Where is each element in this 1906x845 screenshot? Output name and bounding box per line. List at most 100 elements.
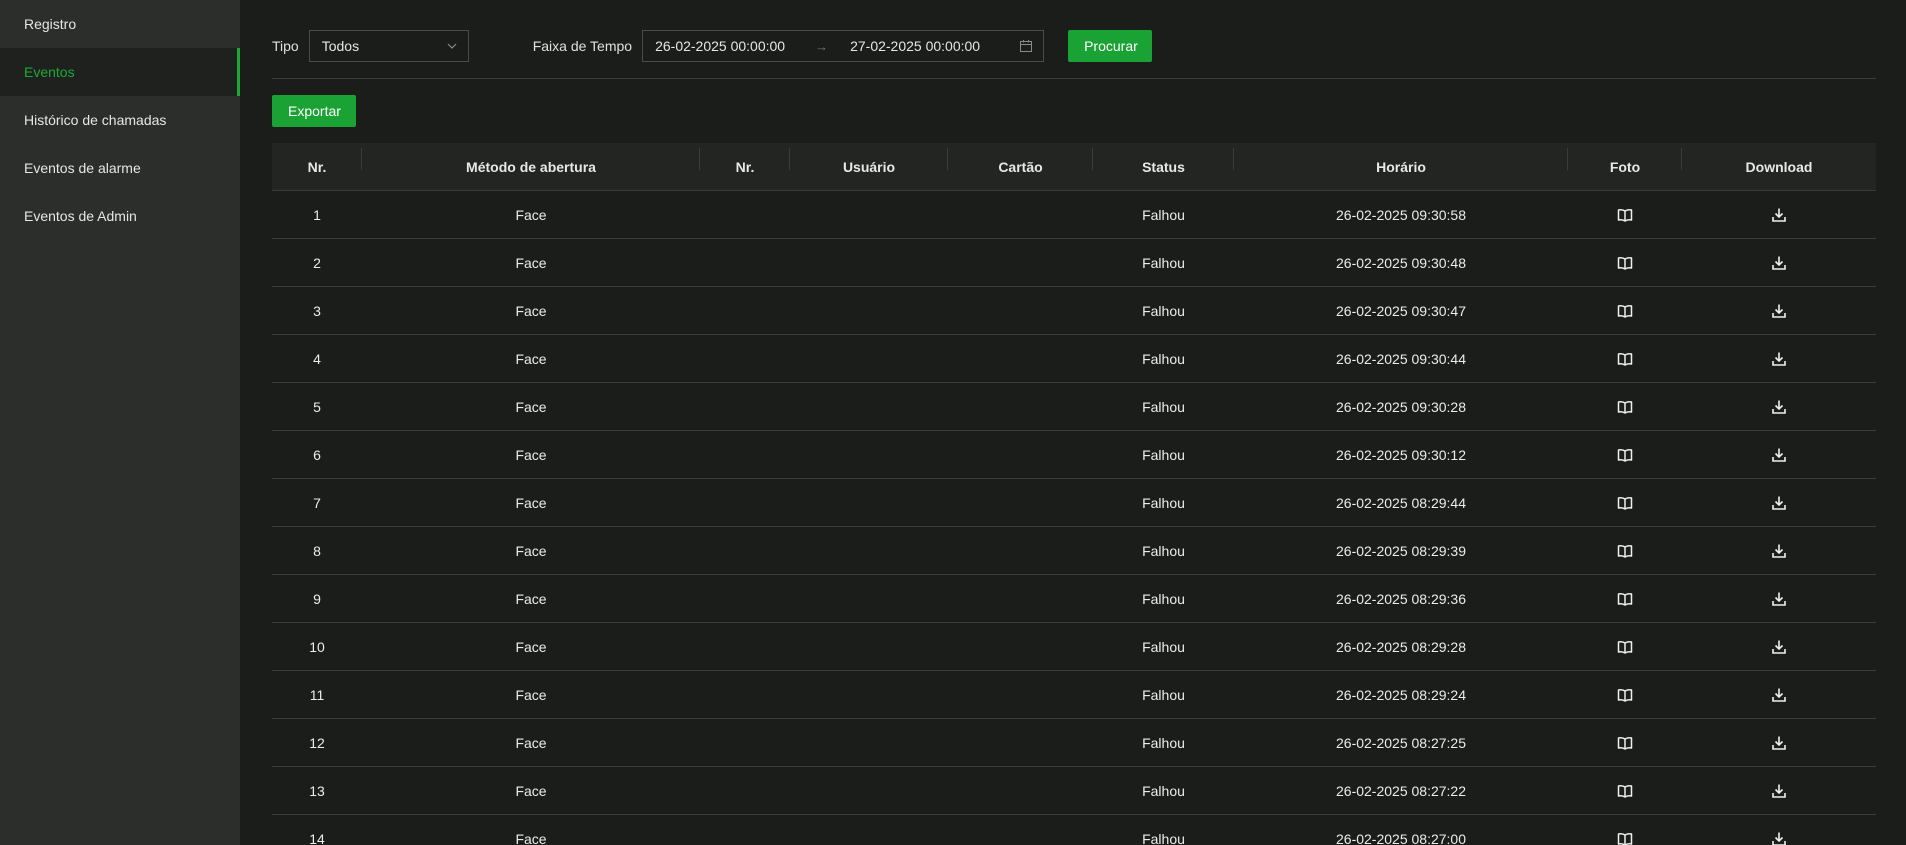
cell-status: Falhou	[1142, 782, 1185, 799]
download-icon[interactable]	[1771, 783, 1787, 799]
book-open-icon[interactable]	[1617, 207, 1633, 223]
download-icon[interactable]	[1771, 831, 1787, 845]
download-icon[interactable]	[1771, 687, 1787, 703]
cell-nr: 11	[309, 686, 325, 703]
table-row: 10 Face Falhou 26-02-2025 08:29:28	[272, 623, 1876, 671]
cell-status: Falhou	[1142, 590, 1185, 607]
calendar-icon[interactable]	[1019, 39, 1033, 53]
cell-nr: 10	[309, 638, 325, 655]
book-open-icon[interactable]	[1617, 831, 1633, 845]
cell-status: Falhou	[1142, 350, 1185, 367]
table-row: 12 Face Falhou 26-02-2025 08:27:25	[272, 719, 1876, 767]
cell-download[interactable]	[1682, 735, 1876, 751]
cell-download[interactable]	[1682, 399, 1876, 415]
download-icon[interactable]	[1771, 495, 1787, 511]
cell-download[interactable]	[1682, 351, 1876, 367]
cell-download[interactable]	[1682, 687, 1876, 703]
sidebar-item-registro[interactable]: Registro	[0, 0, 240, 48]
download-icon[interactable]	[1771, 639, 1787, 655]
cell-photo[interactable]	[1568, 351, 1682, 367]
cell-download[interactable]	[1682, 447, 1876, 463]
cell-photo[interactable]	[1568, 783, 1682, 799]
sidebar-item-eventos[interactable]: Eventos	[0, 48, 240, 96]
cell-time: 26-02-2025 08:27:22	[1336, 782, 1466, 799]
search-button[interactable]: Procurar	[1068, 30, 1153, 62]
cell-time: 26-02-2025 08:27:00	[1336, 830, 1466, 845]
cell-time: 26-02-2025 08:29:39	[1336, 542, 1466, 559]
cell-time: 26-02-2025 09:30:44	[1336, 350, 1466, 367]
cell-opening-method: Face	[515, 782, 547, 799]
cell-nr: 9	[313, 590, 321, 607]
table-row: 4 Face Falhou 26-02-2025 09:30:44	[272, 335, 1876, 383]
download-icon[interactable]	[1771, 399, 1787, 415]
cell-download[interactable]	[1682, 543, 1876, 559]
book-open-icon[interactable]	[1617, 687, 1633, 703]
time-range-picker[interactable]: 26-02-2025 00:00:00 → 27-02-2025 00:00:0…	[642, 30, 1045, 62]
type-select[interactable]: Todos	[308, 30, 469, 62]
sidebar-item-eventos-alarme[interactable]: Eventos de alarme	[0, 144, 240, 192]
cell-status: Falhou	[1142, 830, 1185, 845]
cell-opening-method: Face	[515, 830, 547, 845]
book-open-icon[interactable]	[1617, 591, 1633, 607]
table-row: 13 Face Falhou 26-02-2025 08:27:22	[272, 767, 1876, 815]
book-open-icon[interactable]	[1617, 639, 1633, 655]
download-icon[interactable]	[1771, 351, 1787, 367]
book-open-icon[interactable]	[1617, 255, 1633, 271]
range-start-input[interactable]: 26-02-2025 00:00:00	[655, 38, 815, 54]
cell-download[interactable]	[1682, 303, 1876, 319]
table-row: 2 Face Falhou 26-02-2025 09:30:48	[272, 239, 1876, 287]
cell-photo[interactable]	[1568, 735, 1682, 751]
cell-opening-method: Face	[515, 734, 547, 751]
cell-time: 26-02-2025 08:29:24	[1336, 686, 1466, 703]
cell-photo[interactable]	[1568, 639, 1682, 655]
book-open-icon[interactable]	[1617, 351, 1633, 367]
cell-status: Falhou	[1142, 398, 1185, 415]
cell-photo[interactable]	[1568, 543, 1682, 559]
cell-download[interactable]	[1682, 255, 1876, 271]
cell-status: Falhou	[1142, 446, 1185, 463]
cell-photo[interactable]	[1568, 687, 1682, 703]
cell-opening-method: Face	[515, 350, 547, 367]
cell-photo[interactable]	[1568, 831, 1682, 845]
cell-download[interactable]	[1682, 207, 1876, 223]
cell-photo[interactable]	[1568, 447, 1682, 463]
download-icon[interactable]	[1771, 303, 1787, 319]
cell-download[interactable]	[1682, 495, 1876, 511]
download-icon[interactable]	[1771, 255, 1787, 271]
cell-photo[interactable]	[1568, 255, 1682, 271]
cell-download[interactable]	[1682, 591, 1876, 607]
cell-status: Falhou	[1142, 494, 1185, 511]
book-open-icon[interactable]	[1617, 399, 1633, 415]
cell-download[interactable]	[1682, 831, 1876, 845]
download-icon[interactable]	[1771, 447, 1787, 463]
sidebar-item-eventos-admin[interactable]: Eventos de Admin	[0, 192, 240, 240]
book-open-icon[interactable]	[1617, 543, 1633, 559]
column-header-status: Status	[1093, 147, 1234, 175]
download-icon[interactable]	[1771, 207, 1787, 223]
table-row: 7 Face Falhou 26-02-2025 08:29:44	[272, 479, 1876, 527]
book-open-icon[interactable]	[1617, 735, 1633, 751]
cell-photo[interactable]	[1568, 303, 1682, 319]
column-header-nr: Nr.	[272, 147, 362, 175]
sidebar-item-historico-chamadas[interactable]: Histórico de chamadas	[0, 96, 240, 144]
book-open-icon[interactable]	[1617, 303, 1633, 319]
cell-status: Falhou	[1142, 734, 1185, 751]
range-end-input[interactable]: 27-02-2025 00:00:00	[850, 38, 1018, 54]
book-open-icon[interactable]	[1617, 783, 1633, 799]
cell-nr: 8	[313, 542, 321, 559]
cell-download[interactable]	[1682, 639, 1876, 655]
cell-photo[interactable]	[1568, 495, 1682, 511]
download-icon[interactable]	[1771, 735, 1787, 751]
book-open-icon[interactable]	[1617, 495, 1633, 511]
cell-opening-method: Face	[515, 446, 547, 463]
cell-download[interactable]	[1682, 783, 1876, 799]
download-icon[interactable]	[1771, 543, 1787, 559]
download-icon[interactable]	[1771, 591, 1787, 607]
cell-photo[interactable]	[1568, 591, 1682, 607]
cell-opening-method: Face	[515, 542, 547, 559]
cell-photo[interactable]	[1568, 207, 1682, 223]
export-button[interactable]: Exportar	[272, 95, 356, 127]
cell-photo[interactable]	[1568, 399, 1682, 415]
cell-opening-method: Face	[515, 302, 547, 319]
book-open-icon[interactable]	[1617, 447, 1633, 463]
